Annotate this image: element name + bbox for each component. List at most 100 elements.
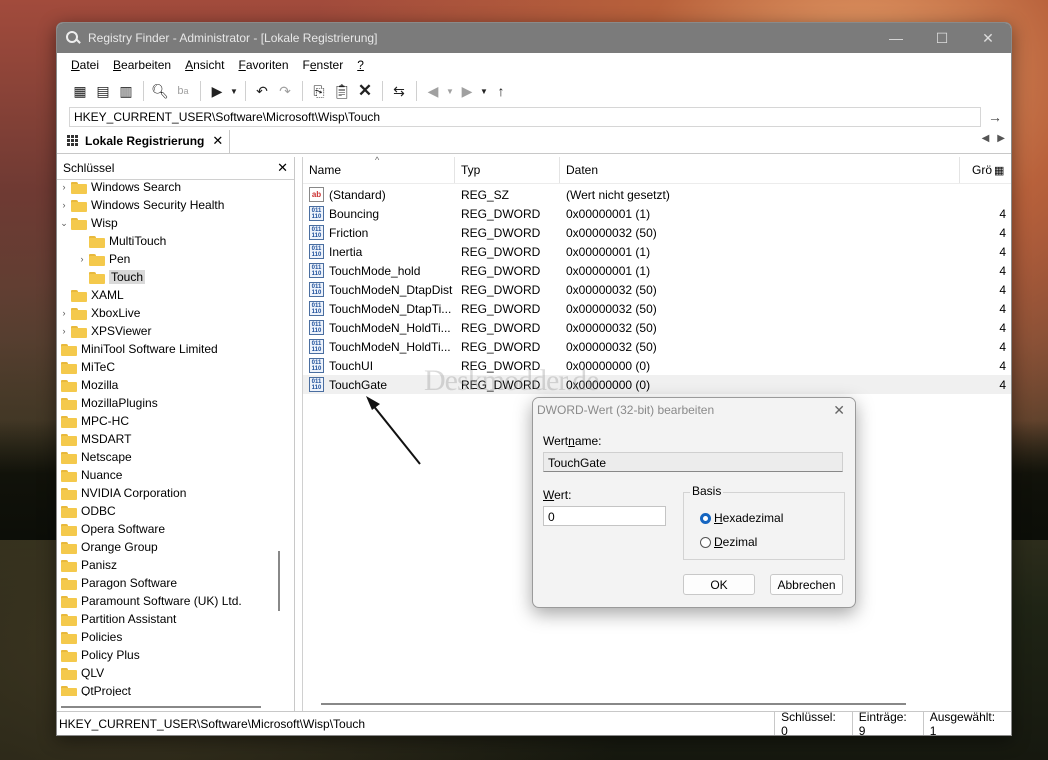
- tree-horizontal-scrollbar[interactable]: [61, 706, 278, 709]
- title-bar[interactable]: Registry Finder - Administrator - [Lokal…: [57, 23, 1011, 53]
- column-name[interactable]: Name ^: [303, 155, 455, 183]
- tab-close-icon[interactable]: ✕: [212, 133, 223, 149]
- tree-item[interactable]: XAML: [59, 286, 124, 304]
- value-row[interactable]: 011 110 Bouncing REG_DWORD 0x00000001 (1) 4: [303, 204, 1011, 223]
- value-name-cell: ab (Standard): [309, 185, 386, 204]
- new-tab-icon[interactable]: ▤: [92, 80, 114, 102]
- tree-item[interactable]: › Windows Security Health: [59, 196, 224, 214]
- tree-item[interactable]: Opera Software: [61, 520, 165, 538]
- close-button[interactable]: ✕: [965, 23, 1011, 53]
- menu-item-1[interactable]: Bearbeiten: [113, 58, 171, 72]
- back-icon[interactable]: ◀: [422, 80, 444, 102]
- value-data-field[interactable]: 0: [543, 506, 666, 526]
- undo-icon[interactable]: ↶: [251, 80, 273, 102]
- value-row[interactable]: 011 110 Inertia REG_DWORD 0x00000001 (1) 4: [303, 242, 1011, 261]
- expander-icon[interactable]: ›: [59, 182, 69, 192]
- tree-item[interactable]: Nuance: [61, 466, 122, 484]
- tree-item[interactable]: MPC-HC: [61, 412, 129, 430]
- menu-item-4[interactable]: Fenster: [303, 58, 344, 72]
- refresh-icon[interactable]: ⇆: [388, 80, 410, 102]
- tree-item[interactable]: MiniTool Software Limited: [61, 340, 218, 358]
- value-row[interactable]: 011 110 TouchModeN_HoldTi... REG_DWORD 0x000…: [303, 318, 1011, 337]
- tree-item[interactable]: Touch: [77, 268, 146, 286]
- export-dropdown-icon[interactable]: ▼: [229, 80, 239, 102]
- tree-item[interactable]: Partition Assistant: [61, 610, 176, 628]
- tree-item[interactable]: Panisz: [61, 556, 117, 574]
- registry-icon[interactable]: ▥: [115, 80, 137, 102]
- tree-item[interactable]: › Windows Search: [59, 180, 181, 196]
- tree-item[interactable]: Policy Plus: [61, 646, 140, 664]
- value-row[interactable]: 011 110 TouchModeN_HoldTi... REG_DWORD 0x000…: [303, 337, 1011, 356]
- value-row[interactable]: 011 110 TouchUI REG_DWORD 0x00000000 (0) 4: [303, 356, 1011, 375]
- tree-item-label: Windows Search: [91, 180, 182, 194]
- go-arrow-icon[interactable]: →: [981, 109, 1009, 125]
- column-chooser-icon[interactable]: ▦: [994, 164, 1004, 177]
- value-row[interactable]: ab (Standard) REG_SZ (Wert nicht gesetzt): [303, 185, 1011, 204]
- tree-item[interactable]: Paragon Software: [61, 574, 177, 592]
- expander-icon[interactable]: ›: [77, 254, 87, 264]
- value-row[interactable]: 011 110 TouchModeN_DtapDist REG_DWORD 0x0000…: [303, 280, 1011, 299]
- tree-item[interactable]: Paramount Software (UK) Ltd.: [61, 592, 242, 610]
- forward-icon[interactable]: ▶: [456, 80, 478, 102]
- tab-scroll-left-icon[interactable]: ◀: [982, 133, 990, 144]
- column-type[interactable]: Typ: [455, 157, 560, 183]
- expander-icon[interactable]: ›: [59, 326, 69, 336]
- tree-item[interactable]: Netscape: [61, 448, 132, 466]
- list-horizontal-scrollbar[interactable]: [321, 703, 906, 705]
- cancel-button[interactable]: Abbrechen: [770, 574, 843, 595]
- decimal-radio[interactable]: Dezimal: [700, 535, 757, 549]
- redo-icon[interactable]: ↷: [274, 80, 296, 102]
- dialog-title-bar[interactable]: DWORD-Wert (32-bit) bearbeiten ✕: [533, 398, 855, 422]
- menu-item-3[interactable]: Favoriten: [238, 58, 288, 72]
- new-window-icon[interactable]: ▦: [69, 80, 91, 102]
- tree-item[interactable]: › Pen: [77, 250, 130, 268]
- back-dropdown-icon[interactable]: ▼: [445, 80, 455, 102]
- menu-item-2[interactable]: Ansicht: [185, 58, 224, 72]
- minimize-button[interactable]: —: [873, 23, 919, 53]
- tree-item-label: Policy Plus: [81, 648, 140, 662]
- tree-item[interactable]: ⌄ Wisp: [59, 214, 118, 232]
- value-row[interactable]: 011 110 TouchGate REG_DWORD 0x00000000 (0) 4: [303, 375, 1011, 394]
- menu-item-5[interactable]: ?: [357, 58, 364, 72]
- hexadecimal-radio[interactable]: Hexadezimal: [700, 511, 783, 525]
- tree-item[interactable]: ODBC: [61, 502, 116, 520]
- dialog-close-icon[interactable]: ✕: [833, 402, 845, 419]
- find-icon[interactable]: 🔍︎: [149, 80, 171, 102]
- paste-icon[interactable]: 📋︎: [331, 80, 353, 102]
- maximize-button[interactable]: ☐: [919, 23, 965, 53]
- value-name-field[interactable]: TouchGate: [543, 452, 843, 472]
- tree-item[interactable]: MozillaPlugins: [61, 394, 158, 412]
- tree-item[interactable]: MultiTouch: [77, 232, 166, 250]
- replace-icon[interactable]: ba: [172, 80, 194, 102]
- keys-pane-close-icon[interactable]: ✕: [277, 160, 288, 176]
- tree-item[interactable]: MiTeC: [61, 358, 115, 376]
- value-row[interactable]: 011 110 Friction REG_DWORD 0x00000032 (50) 4: [303, 223, 1011, 242]
- delete-icon[interactable]: ✕: [354, 80, 376, 102]
- up-icon[interactable]: ↑: [490, 80, 512, 102]
- tree-vertical-scrollbar[interactable]: [278, 551, 280, 611]
- tree-item[interactable]: Orange Group: [61, 538, 158, 556]
- tree-item[interactable]: QLV: [61, 664, 104, 682]
- value-row[interactable]: 011 110 TouchModeN_DtapTi... REG_DWORD 0x000…: [303, 299, 1011, 318]
- expander-icon[interactable]: ›: [59, 308, 69, 318]
- copy-icon[interactable]: ⎘: [308, 80, 330, 102]
- tree-item[interactable]: Mozilla: [61, 376, 118, 394]
- expander-icon[interactable]: ⌄: [59, 218, 69, 229]
- export-icon[interactable]: ▶: [206, 80, 228, 102]
- ok-button[interactable]: OK: [683, 574, 755, 595]
- tab-lokale-registrierung[interactable]: Lokale Registrierung ✕: [63, 129, 231, 153]
- value-row[interactable]: 011 110 TouchMode_hold REG_DWORD 0x00000001 …: [303, 261, 1011, 280]
- menu-item-0[interactable]: Datei: [71, 58, 99, 72]
- tree-item[interactable]: QtProject: [61, 682, 131, 696]
- tree-item[interactable]: › XboxLive: [59, 304, 140, 322]
- tree-item[interactable]: Policies: [61, 628, 122, 646]
- column-size[interactable]: Grö ▦: [960, 157, 1011, 183]
- address-input[interactable]: HKEY_CURRENT_USER\Software\Microsoft\Wis…: [69, 107, 981, 127]
- tree-item[interactable]: › XPSViewer: [59, 322, 151, 340]
- column-data[interactable]: Daten: [560, 157, 960, 183]
- tab-scroll-right-icon[interactable]: ▶: [997, 133, 1005, 144]
- forward-dropdown-icon[interactable]: ▼: [479, 80, 489, 102]
- tree-item[interactable]: NVIDIA Corporation: [61, 484, 186, 502]
- tree-item[interactable]: MSDART: [61, 430, 131, 448]
- expander-icon[interactable]: ›: [59, 200, 69, 210]
